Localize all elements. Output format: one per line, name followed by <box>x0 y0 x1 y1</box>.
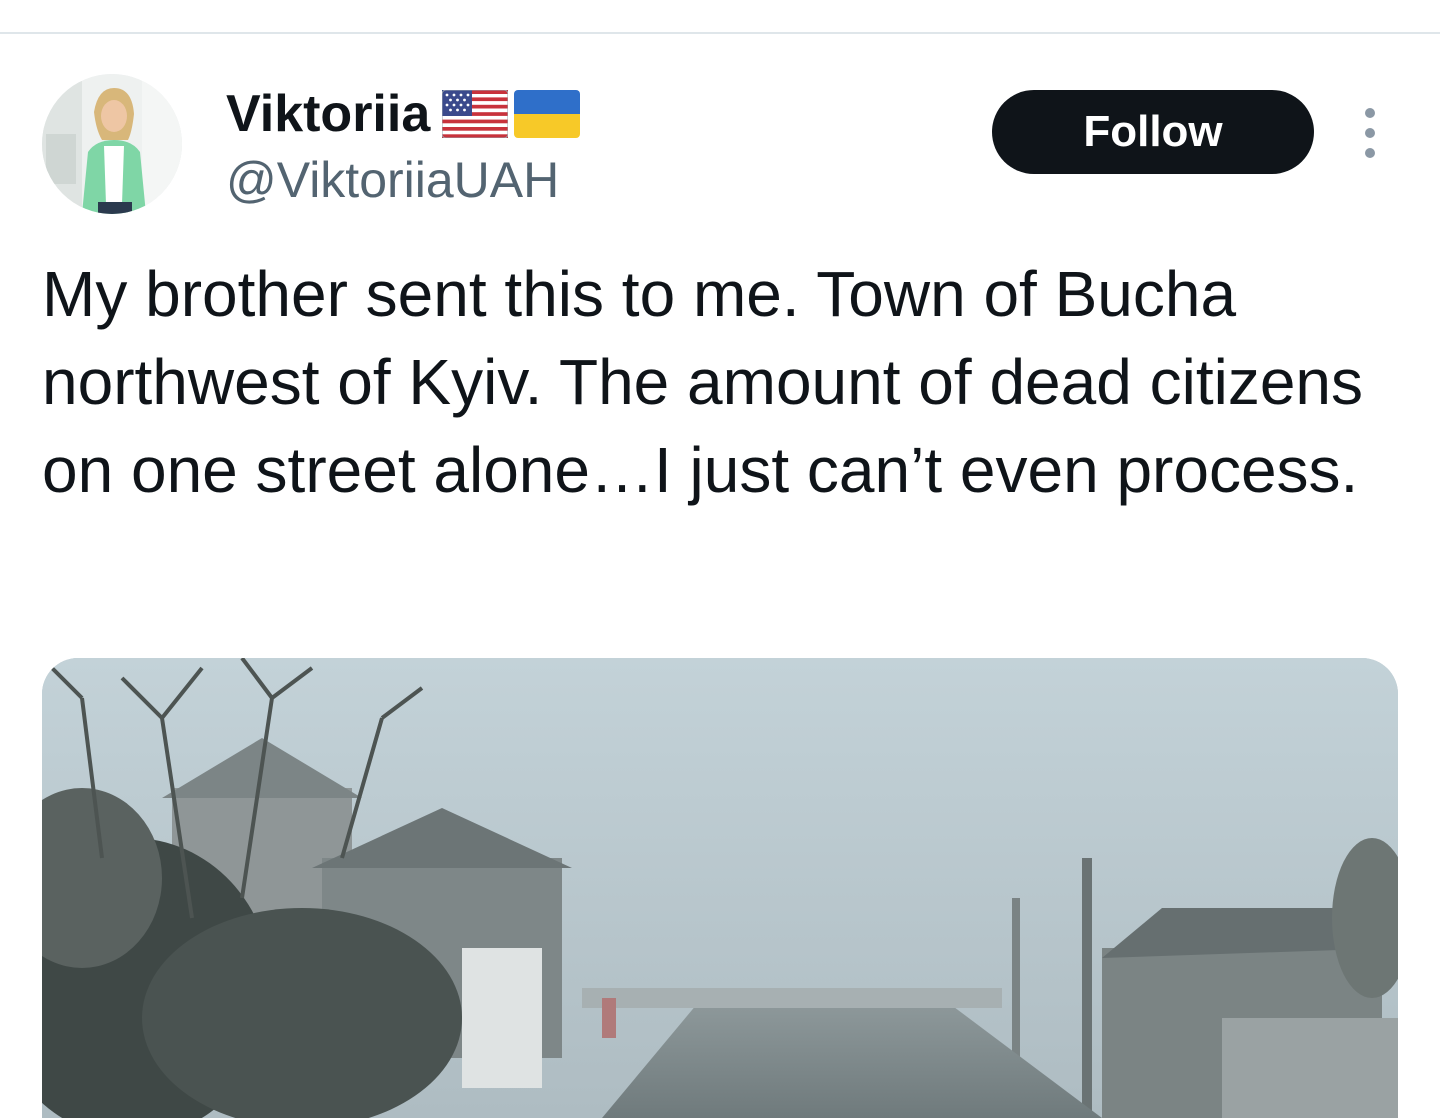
follow-button[interactable]: Follow <box>992 90 1314 174</box>
tweet-photo[interactable] <box>42 658 1398 1118</box>
author-handle[interactable]: @ViktoriiaUAH <box>226 150 559 210</box>
tweet-text: My brother sent this to me. Town of Buch… <box>42 258 1363 506</box>
avatar[interactable] <box>42 74 182 214</box>
dot <box>1365 128 1375 138</box>
tweet[interactable]: Viktoriia @ViktoriiaUAH Follow My brothe… <box>0 34 1440 1118</box>
ukraine-flag-icon <box>514 90 581 138</box>
us-flag-icon <box>442 90 509 138</box>
dot <box>1365 148 1375 158</box>
more-options-icon[interactable] <box>1350 108 1390 158</box>
author-display-name[interactable]: Viktoriia <box>226 82 430 146</box>
author-name-row[interactable]: Viktoriia <box>226 82 581 146</box>
dot <box>1365 108 1375 118</box>
